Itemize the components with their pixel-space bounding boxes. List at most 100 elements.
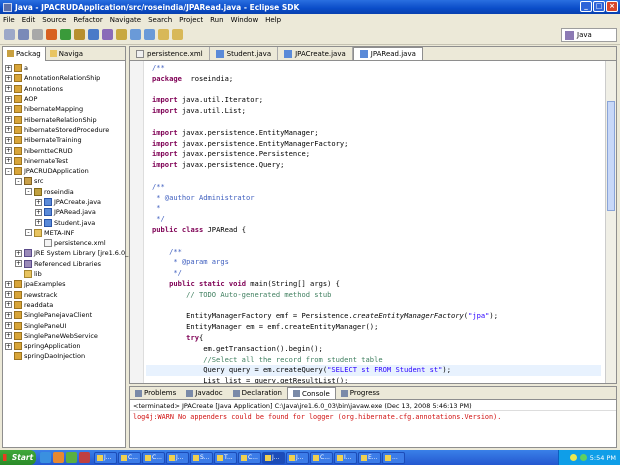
tree-item[interactable]: lib bbox=[3, 269, 125, 279]
taskbar-button[interactable]: J... bbox=[94, 451, 117, 464]
taskbar-button[interactable]: C... bbox=[238, 451, 261, 464]
taskbar-button[interactable]: T... bbox=[214, 451, 237, 464]
tree-item[interactable]: + SinglePaneUI bbox=[3, 320, 125, 330]
editor-tab[interactable]: JPARead.java bbox=[352, 47, 423, 60]
taskbar-button[interactable]: J... bbox=[286, 451, 309, 464]
menu-item[interactable]: Help bbox=[265, 16, 281, 24]
tree-item[interactable]: + hibernateStoredProcedure bbox=[3, 125, 125, 135]
tree-item[interactable]: + readdata bbox=[3, 300, 125, 310]
expander-icon[interactable]: + bbox=[5, 301, 12, 309]
bottom-tab[interactable]: Progress bbox=[336, 387, 385, 399]
editor-tab[interactable]: JPACreate.java bbox=[278, 47, 353, 60]
tree-item[interactable]: + springApplication bbox=[3, 341, 125, 351]
new-icon[interactable] bbox=[4, 29, 15, 40]
expander-icon[interactable]: + bbox=[5, 95, 12, 103]
expander-icon[interactable]: + bbox=[5, 116, 12, 124]
maximize-button[interactable]: □ bbox=[593, 1, 605, 12]
debug-icon[interactable] bbox=[46, 29, 57, 40]
expander-icon[interactable]: - bbox=[15, 177, 22, 185]
bottom-tab[interactable]: Declaration bbox=[228, 387, 287, 399]
tray-icon[interactable] bbox=[569, 454, 577, 461]
bottom-tab[interactable]: Problems bbox=[130, 387, 181, 399]
taskbar-button[interactable]: S... bbox=[190, 451, 213, 464]
tree-item[interactable]: + HibernateRelationShip bbox=[3, 114, 125, 124]
menu-item[interactable]: Window bbox=[231, 16, 259, 24]
tree-item[interactable]: + hiberntteCRUD bbox=[3, 145, 125, 155]
tree-item[interactable]: + AOP bbox=[3, 94, 125, 104]
tree-item[interactable]: + JRE System Library [jre1.6.0_ bbox=[3, 248, 128, 258]
expander-icon[interactable]: + bbox=[5, 280, 12, 288]
tree-item[interactable]: springDaoInjection bbox=[3, 351, 125, 361]
expander-icon[interactable]: + bbox=[5, 126, 12, 134]
tree-item[interactable]: + hinernateTest bbox=[3, 156, 125, 166]
editor-tab[interactable]: Student.java bbox=[210, 47, 279, 60]
menu-item[interactable]: Run bbox=[210, 16, 223, 24]
run-icon[interactable] bbox=[60, 29, 71, 40]
menu-item[interactable]: Edit bbox=[22, 16, 36, 24]
back-icon[interactable] bbox=[158, 29, 169, 40]
expander-icon[interactable]: + bbox=[5, 64, 12, 72]
menu-item[interactable]: Navigate bbox=[110, 16, 141, 24]
new-package-icon[interactable] bbox=[74, 29, 85, 40]
menu-item[interactable]: Search bbox=[148, 16, 172, 24]
new-class-icon[interactable] bbox=[88, 29, 99, 40]
taskbar-button[interactable]: J... bbox=[166, 451, 189, 464]
expander-icon[interactable]: + bbox=[15, 249, 22, 257]
print-icon[interactable] bbox=[32, 29, 43, 40]
taskbar-button[interactable]: C... bbox=[118, 451, 141, 464]
open-type-icon[interactable] bbox=[102, 29, 113, 40]
network-icon[interactable] bbox=[579, 454, 587, 461]
tree-item[interactable]: + Referenced Libraries bbox=[3, 259, 125, 269]
menu-item[interactable]: File bbox=[3, 16, 15, 24]
taskbar-button[interactable]: C... bbox=[142, 451, 165, 464]
app-icon[interactable] bbox=[66, 452, 77, 463]
expander-icon[interactable]: + bbox=[5, 291, 12, 299]
firefox-icon[interactable] bbox=[53, 452, 64, 463]
expander-icon[interactable]: + bbox=[5, 147, 12, 155]
expander-icon[interactable]: + bbox=[5, 322, 12, 330]
tree-item[interactable]: - META-INF bbox=[3, 228, 125, 238]
tree-item[interactable]: + newstrack bbox=[3, 290, 125, 300]
tree-item[interactable]: + a bbox=[3, 63, 125, 73]
tree-item[interactable]: + hibernateMapping bbox=[3, 104, 125, 114]
next-annotation-icon[interactable] bbox=[130, 29, 141, 40]
tree-item[interactable]: + Student.java bbox=[3, 217, 125, 227]
expander-icon[interactable]: + bbox=[5, 85, 12, 93]
taskbar-button[interactable]: I... bbox=[334, 451, 357, 464]
search-icon[interactable] bbox=[116, 29, 127, 40]
bottom-tab[interactable]: Console bbox=[287, 387, 336, 399]
tree-item[interactable]: + SinglePaneWebService bbox=[3, 331, 125, 341]
tree-item[interactable]: - JPACRUDApplication bbox=[3, 166, 125, 176]
scrollbar-thumb[interactable] bbox=[607, 101, 615, 211]
tab-navigator[interactable]: Naviga bbox=[46, 47, 87, 61]
bottom-tab[interactable]: Javadoc bbox=[181, 387, 227, 399]
menu-item[interactable]: Refactor bbox=[73, 16, 102, 24]
perspective-switcher[interactable]: Java bbox=[561, 28, 617, 42]
expander-icon[interactable]: + bbox=[5, 157, 12, 165]
expander-icon[interactable]: + bbox=[35, 198, 42, 206]
editor-tab[interactable]: persistence.xml bbox=[130, 47, 210, 60]
code-area[interactable]: /** package roseindia; import java.util.It… bbox=[130, 61, 616, 383]
start-button[interactable]: Start bbox=[0, 450, 36, 465]
browser-icon[interactable] bbox=[40, 452, 51, 463]
expander-icon[interactable]: - bbox=[25, 188, 32, 196]
tree-item[interactable]: + HibernateTraining bbox=[3, 135, 125, 145]
expander-icon[interactable]: - bbox=[25, 229, 32, 237]
expander-icon[interactable]: + bbox=[5, 332, 12, 340]
tree-item[interactable]: + Annotations bbox=[3, 84, 125, 94]
expander-icon[interactable]: + bbox=[5, 105, 12, 113]
menu-item[interactable]: Source bbox=[42, 16, 66, 24]
expander-icon[interactable]: + bbox=[15, 260, 22, 268]
tree-item[interactable]: persistence.xml bbox=[3, 238, 125, 248]
tab-package-explorer[interactable]: Packag bbox=[3, 46, 46, 61]
taskbar-button[interactable]: J... bbox=[262, 451, 285, 464]
expander-icon[interactable]: + bbox=[5, 74, 12, 82]
tree-item[interactable]: + JPACreate.java bbox=[3, 197, 125, 207]
tree-item[interactable]: - src bbox=[3, 176, 125, 186]
expander-icon[interactable]: + bbox=[35, 219, 42, 227]
tree-item[interactable]: + AnnotationRelationShip bbox=[3, 73, 125, 83]
vertical-scrollbar[interactable] bbox=[605, 61, 616, 383]
tree-item[interactable]: - roseindia bbox=[3, 187, 125, 197]
expander-icon[interactable]: - bbox=[5, 167, 12, 175]
tree-item[interactable]: + jpaExamples bbox=[3, 279, 125, 289]
